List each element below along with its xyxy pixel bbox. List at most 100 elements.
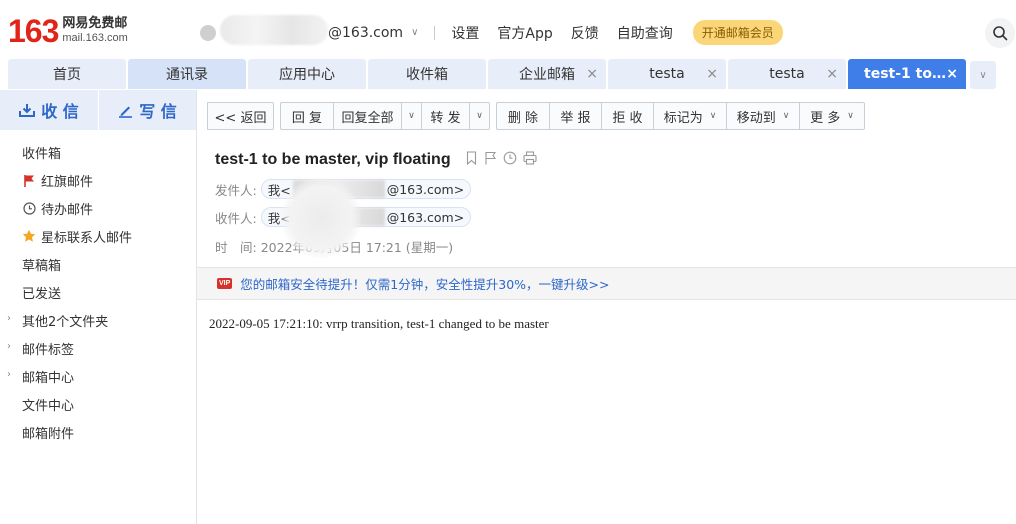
tab-label: 应用中心 — [279, 67, 335, 83]
message-toolbar: << 返回 回 复 回复全部 ∨ 转 发 ∨ 删 除 举 报 拒 收 标记为 ∨ … — [207, 102, 871, 130]
chevron-down-icon: ∨ — [411, 27, 419, 38]
chevron-down-icon: ∨ — [476, 111, 483, 121]
sidebar: 收 信 写 信 收件箱 红旗邮件 待办邮件 星标联系人邮件 草稿箱 已发送 › 其… — [0, 90, 197, 524]
close-icon[interactable]: × — [586, 66, 598, 82]
forward-button[interactable]: 转 发 — [422, 102, 470, 130]
subject-actions — [465, 150, 537, 169]
avatar[interactable] — [200, 24, 216, 41]
sidebar-item-star-contacts[interactable]: 星标联系人邮件 — [0, 222, 196, 250]
chevron-right-icon[interactable]: › — [7, 313, 11, 324]
sidebar-item-other-folders[interactable]: › 其他2个文件夹 — [0, 306, 196, 334]
tab-testa-2[interactable]: testa × — [728, 59, 846, 89]
mail-logo[interactable]: 163 网易免费邮 mail.163.com — [8, 14, 128, 48]
tab-label: 企业邮箱 — [519, 67, 575, 83]
reply-all-button[interactable]: 回复全部 — [334, 102, 402, 130]
logo-en: mail.163.com — [62, 32, 128, 44]
receive-button[interactable]: 收 信 — [0, 90, 98, 130]
compose-bar: 收 信 写 信 — [0, 90, 196, 130]
chevron-right-icon[interactable]: › — [7, 369, 11, 380]
mark-as-button[interactable]: 标记为 ∨ — [654, 102, 727, 130]
self-service-link[interactable]: 自助查询 — [617, 23, 673, 43]
sidebar-item-file-center[interactable]: 文件中心 — [0, 390, 196, 418]
logo-number: 163 — [8, 13, 59, 49]
privacy-blur — [281, 178, 361, 258]
close-icon[interactable]: × — [826, 66, 838, 82]
toolbar-group-actions: 删 除 举 报 拒 收 标记为 ∨ 移动到 ∨ 更 多 ∨ — [496, 102, 865, 130]
clock-icon — [22, 201, 36, 215]
sidebar-item-label: 其他2个文件夹 — [22, 314, 109, 330]
vip-badge: VIP — [217, 278, 233, 289]
toolbar-group-back: << 返回 — [207, 102, 274, 130]
message-subject: test-1 to be master, vip floating — [215, 150, 451, 168]
search-icon — [993, 26, 1008, 41]
from-label: 发件人: — [215, 182, 257, 198]
move-to-button[interactable]: 移动到 ∨ — [727, 102, 800, 130]
official-app-link[interactable]: 官方App — [497, 23, 552, 43]
logo-cn: 网易免费邮 — [62, 16, 128, 31]
security-notice[interactable]: VIP 您的邮箱安全待提升！仅需1分钟，安全性提升30%，一键升级>> — [197, 267, 1016, 300]
divider — [434, 25, 436, 40]
receive-label: 收 信 — [41, 102, 79, 121]
account-suffix: @163.com — [328, 24, 404, 41]
security-notice-text[interactable]: 您的邮箱安全待提升！仅需1分钟，安全性提升30%，一键升级>> — [240, 274, 609, 293]
tab-testa-1[interactable]: testa × — [608, 59, 726, 89]
sidebar-item-label: 已发送 — [22, 286, 62, 302]
move-to-label: 移动到 — [736, 110, 776, 126]
sidebar-item-label: 邮箱中心 — [22, 370, 75, 386]
sidebar-item-red-flag[interactable]: 红旗邮件 — [0, 166, 196, 194]
bookmark-icon[interactable] — [465, 150, 478, 169]
tab-contacts[interactable]: 通讯录 — [128, 59, 246, 89]
top-header: 163 网易免费邮 mail.163.com @163.com ∨ 设置 官方A… — [0, 0, 1016, 58]
tab-home[interactable]: 首页 — [8, 59, 126, 89]
clock-icon[interactable] — [503, 150, 517, 169]
reply-dropdown-button[interactable]: ∨ — [402, 102, 422, 130]
message-body: 2022-09-05 17:21:10: vrrp transition, te… — [209, 316, 549, 331]
feedback-link[interactable]: 反馈 — [571, 23, 599, 43]
sidebar-item-mail-center[interactable]: › 邮箱中心 — [0, 362, 196, 390]
chevron-down-icon: ∨ — [408, 111, 415, 121]
sidebar-item-todo[interactable]: 待办邮件 — [0, 194, 196, 222]
sidebar-item-drafts[interactable]: 草稿箱 — [0, 250, 196, 278]
sidebar-item-attachments[interactable]: 邮箱附件 — [0, 418, 196, 446]
tab-bar: 首页 通讯录 应用中心 收件箱 企业邮箱 × testa × testa × test… — [0, 58, 1016, 90]
tab-inbox[interactable]: 收件箱 — [368, 59, 486, 89]
tab-enterprise-mail[interactable]: 企业邮箱 × — [488, 59, 606, 89]
message-view: << 返回 回 复 回复全部 ∨ 转 发 ∨ 删 除 举 报 拒 收 标记为 ∨ … — [197, 90, 1016, 524]
forward-dropdown-button[interactable]: ∨ — [470, 102, 490, 130]
more-label: 更 多 — [810, 110, 841, 126]
tab-current-message[interactable]: test-1 to be master, vip floating× — [848, 59, 966, 89]
logo-text: 网易免费邮 mail.163.com — [62, 17, 127, 45]
sidebar-item-label: 星标联系人邮件 — [41, 230, 133, 246]
sidebar-item-label: 待办邮件 — [41, 202, 94, 218]
sidebar-item-inbox[interactable]: 收件箱 — [0, 138, 196, 166]
close-icon[interactable]: × — [706, 66, 718, 82]
chevron-down-icon: ∨ — [847, 111, 854, 121]
chevron-right-icon[interactable]: › — [7, 341, 11, 352]
account-switcher[interactable]: @163.com ∨ — [220, 14, 419, 45]
print-icon[interactable] — [523, 150, 537, 169]
close-icon[interactable]: × — [946, 66, 958, 82]
back-button[interactable]: << 返回 — [207, 102, 274, 130]
reject-button[interactable]: 拒 收 — [602, 102, 654, 130]
account-area: @163.com ∨ 设置 官方App 反馈 自助查询 开通邮箱会员 — [200, 14, 783, 45]
sidebar-item-sent[interactable]: 已发送 — [0, 278, 196, 306]
reply-button[interactable]: 回 复 — [280, 102, 334, 130]
chevron-down-icon: ∨ — [979, 69, 987, 81]
settings-link[interactable]: 设置 — [451, 23, 479, 43]
open-vip-button[interactable]: 开通邮箱会员 — [692, 20, 783, 45]
flag-icon[interactable] — [484, 150, 497, 169]
tab-label: test-1 to be master, vip floating — [864, 66, 950, 82]
time-label: 时 间: — [215, 240, 257, 255]
folder-list: 收件箱 红旗邮件 待办邮件 星标联系人邮件 草稿箱 已发送 › 其他2个文件夹 ›… — [0, 138, 196, 446]
tab-app-center[interactable]: 应用中心 — [248, 59, 366, 89]
write-button[interactable]: 写 信 — [98, 90, 196, 130]
sidebar-item-label: 红旗邮件 — [41, 174, 94, 190]
pen-icon — [118, 103, 133, 118]
report-button[interactable]: 举 报 — [550, 102, 602, 130]
tab-overflow-button[interactable]: ∨ — [970, 61, 996, 89]
search-button[interactable] — [985, 18, 1015, 48]
more-button[interactable]: 更 多 ∨ — [800, 102, 865, 130]
delete-button[interactable]: 删 除 — [496, 102, 550, 130]
mark-as-label: 标记为 — [663, 110, 703, 126]
sidebar-item-mail-tags[interactable]: › 邮件标签 — [0, 334, 196, 362]
